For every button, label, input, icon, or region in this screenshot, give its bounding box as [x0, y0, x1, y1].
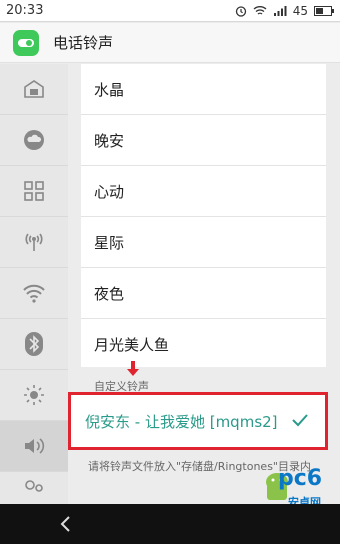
antenna-icon [25, 233, 43, 251]
volume-icon [25, 438, 45, 454]
sidebar-item-volume[interactable] [0, 421, 68, 472]
arrow-down-icon [127, 361, 139, 376]
sidebar-item-cloud[interactable] [0, 115, 68, 166]
alarm-icon [235, 5, 246, 17]
custom-ringtone-label: 倪安东 - 让我爱她 [mqms2] [85, 412, 278, 431]
sidebar-item-home[interactable] [0, 64, 68, 115]
wifi-status-icon [253, 6, 267, 15]
sidebar-item-accounts[interactable] [0, 472, 68, 504]
sidebar-item-bluetooth[interactable] [0, 319, 68, 370]
accounts-icon [25, 480, 43, 492]
ringtone-label: 夜色 [94, 284, 125, 303]
ringtone-label: 心动 [94, 182, 125, 201]
ringtone-item[interactable]: 水晶 [81, 64, 326, 115]
pc6-watermark: pc6 安卓网 [262, 462, 338, 510]
sidebar-item-brightness[interactable] [0, 370, 68, 421]
sidebar-item-wifi[interactable] [0, 268, 68, 319]
ringtone-item[interactable]: 心动 [81, 166, 326, 217]
ringtone-panel: 水晶 晚安 心动 星际 夜色 月光美人鱼 自定义铃声 倪安东 - 让我爱她 [m… [68, 64, 340, 504]
apps-icon [24, 181, 44, 201]
status-icons: 45 [235, 4, 334, 18]
app-bar: 电话铃声 [0, 23, 340, 63]
check-icon [292, 414, 308, 427]
app-toggle-icon [13, 29, 39, 56]
home-icon [24, 80, 44, 98]
page-title: 电话铃声 [53, 34, 114, 52]
signal-icon [273, 6, 287, 16]
wifi-icon [23, 284, 45, 303]
navigation-bar [0, 504, 340, 544]
cloud-icon [24, 130, 44, 150]
back-icon[interactable] [56, 514, 76, 534]
ringtone-label: 星际 [94, 233, 125, 252]
custom-ringtone-item[interactable]: 倪安东 - 让我爱她 [mqms2] [77, 401, 319, 441]
ringtone-list: 水晶 晚安 心动 星际 夜色 月光美人鱼 [81, 64, 326, 367]
battery-level: 45 [292, 3, 308, 18]
sidebar-item-antenna[interactable] [0, 217, 68, 268]
custom-ringtone-highlight: 倪安东 - 让我爱她 [mqms2] [68, 392, 328, 450]
ringtone-item[interactable]: 月光美人鱼 [81, 319, 326, 370]
bluetooth-icon [25, 332, 43, 356]
ringtone-label: 晚安 [94, 131, 125, 150]
status-bar: 20:33 45 [0, 0, 340, 22]
sidebar-item-apps[interactable] [0, 166, 68, 217]
watermark-logo-text: pc6 [278, 466, 323, 491]
battery-icon [314, 5, 334, 16]
brightness-icon [24, 385, 44, 405]
ringtone-item[interactable]: 星际 [81, 217, 326, 268]
ringtone-label: 水晶 [94, 80, 125, 99]
ringtone-item[interactable]: 夜色 [81, 268, 326, 319]
status-time: 20:33 [6, 3, 44, 18]
ringtone-item[interactable]: 晚安 [81, 115, 326, 166]
sidebar [0, 64, 68, 504]
ringtone-label: 月光美人鱼 [94, 336, 170, 354]
